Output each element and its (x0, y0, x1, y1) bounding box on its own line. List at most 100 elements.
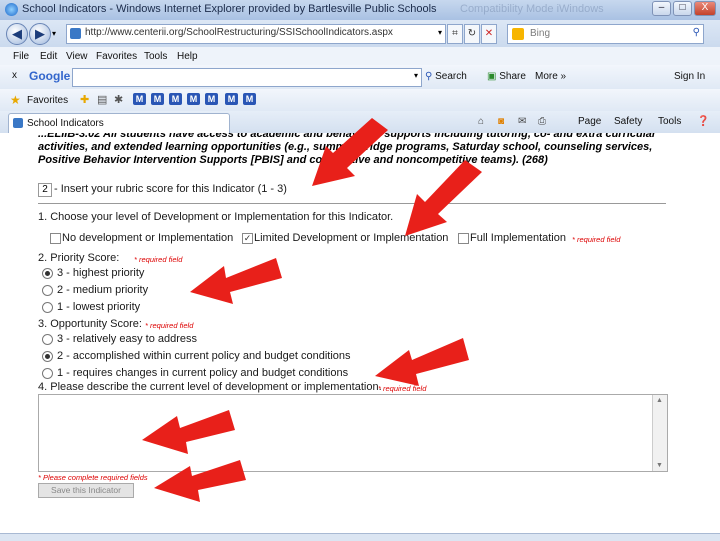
web-slice-icon[interactable]: ✱ (114, 93, 123, 106)
q1-option-full-label: Full Implementation (470, 232, 566, 244)
compat-view-button[interactable]: ⌗ (447, 24, 463, 44)
q2-radio-2[interactable] (42, 285, 53, 296)
q1-label: 1. Choose your level of Development or I… (38, 211, 394, 223)
q3-label: 3. Opportunity Score: (38, 318, 142, 330)
feeds-icon[interactable]: ◙ (498, 116, 504, 127)
q4-label: 4. Please describe the current level of … (38, 381, 382, 393)
print-icon[interactable]: ⎙ (538, 116, 546, 127)
address-dropdown-icon[interactable]: ▾ (438, 28, 442, 37)
window-title-faded: Compatibility Mode iWindows (460, 3, 604, 15)
back-button[interactable]: ◀ (6, 23, 28, 45)
stop-button[interactable]: ✕ (481, 24, 497, 44)
tab-favicon-icon (13, 118, 23, 128)
refresh-icon: ↻ (467, 28, 477, 39)
maximize-button[interactable]: □ (673, 1, 692, 16)
scroll-down-icon[interactable]: ▼ (656, 462, 663, 469)
google-dropdown-icon[interactable]: ▾ (414, 71, 418, 80)
menu-favorites[interactable]: Favorites (96, 51, 137, 62)
textarea-scrollbar[interactable]: ▲ ▼ (652, 395, 667, 471)
history-dropdown-icon[interactable]: ▾ (52, 29, 56, 38)
indicator-text: ...ELIIB-3.02 All students have access t… (38, 133, 657, 166)
fav-tile-2[interactable]: M (151, 93, 164, 105)
refresh-button[interactable]: ↻ (464, 24, 480, 44)
bing-logo-icon (512, 28, 524, 40)
address-url: http://www.centerii.org/SchoolRestructur… (85, 27, 393, 38)
q2-radio-1[interactable] (42, 302, 53, 313)
q3-radio-3[interactable] (42, 334, 53, 345)
google-signin-button[interactable]: Sign In (674, 71, 705, 82)
search-placeholder: Bing (530, 28, 551, 39)
title-bar: School Indicators - Windows Internet Exp… (0, 0, 720, 21)
section-divider (38, 203, 666, 204)
google-search-button[interactable]: ⚲ Search (425, 71, 467, 82)
q3-radio-2[interactable] (42, 351, 53, 362)
minimize-button[interactable]: – (652, 1, 671, 16)
help-icon[interactable]: ❓ (697, 116, 709, 127)
menu-file[interactable]: File (13, 51, 29, 62)
read-mail-icon[interactable]: ✉ (518, 116, 526, 127)
tab-school-indicators[interactable]: School Indicators (8, 113, 230, 133)
q1-required-note: * required field (572, 235, 621, 244)
q3-option-3-label: 3 - relatively easy to address (57, 333, 198, 345)
google-more-button[interactable]: More » (535, 71, 566, 82)
q4-description-textarea[interactable]: ▲ ▼ (38, 394, 668, 472)
q1-option-limited-label: Limited Development or Implementation (254, 232, 449, 244)
menu-view[interactable]: View (66, 51, 88, 62)
rubric-score-label: - Insert your rubric score for this Indi… (54, 183, 287, 195)
back-arrow-icon: ◀ (12, 26, 22, 41)
favorites-bar: ★ Favorites ✚ ▤ ✱ M M M M M M M (0, 89, 720, 111)
tab-bar: School Indicators ⌂ ◙ ✉ ⎙ Page Safety To… (0, 111, 720, 134)
fav-tile-7[interactable]: M (243, 93, 256, 105)
save-indicator-button[interactable]: Save this Indicator (38, 483, 134, 498)
share-icon: ▣ (487, 71, 500, 82)
fav-tile-5[interactable]: M (205, 93, 218, 105)
q1-option-none-checkbox[interactable] (50, 233, 61, 244)
q2-option-3-label: 3 - highest priority (57, 267, 145, 279)
fav-tile-4[interactable]: M (187, 93, 200, 105)
q1-option-full-checkbox[interactable] (458, 233, 469, 244)
q3-option-1-label: 1 - requires changes in current policy a… (57, 367, 349, 379)
google-logo: Google (29, 69, 71, 83)
menu-tools[interactable]: Tools (144, 51, 167, 62)
forward-button[interactable]: ▶ (29, 23, 51, 45)
q3-option-2-label: 2 - accomplished within current policy a… (57, 350, 351, 362)
q2-radio-3[interactable] (42, 268, 53, 279)
address-row: ◀ ▶ ▾ http://www.centerii.org/SchoolRest… (0, 20, 720, 47)
tools-menu-button[interactable]: Tools (658, 116, 681, 127)
q2-option-2-label: 2 - medium priority (57, 284, 149, 296)
fav-tile-1[interactable]: M (133, 93, 146, 105)
q1-option-limited-checkbox[interactable]: ✓ (242, 233, 253, 244)
stop-icon: ✕ (484, 28, 494, 39)
search-box[interactable]: Bing ⚲ (507, 24, 704, 44)
add-favorite-icon[interactable]: ✚ (80, 93, 89, 106)
page-content: ...ELIIB-3.02 All students have access t… (0, 133, 720, 540)
scroll-up-icon[interactable]: ▲ (656, 397, 663, 404)
menu-help[interactable]: Help (177, 51, 198, 62)
complete-required-note: * Please complete required fields (38, 473, 148, 482)
close-button[interactable]: X (694, 1, 716, 16)
favorites-star-icon[interactable]: ★ (10, 93, 21, 107)
google-share-button[interactable]: ▣ Share (487, 71, 526, 82)
safety-menu-button[interactable]: Safety (614, 116, 642, 127)
search-magnifier-icon[interactable]: ⚲ (693, 27, 700, 38)
home-icon[interactable]: ⌂ (478, 116, 484, 127)
menu-edit[interactable]: Edit (40, 51, 57, 62)
window-title: School Indicators - Windows Internet Exp… (22, 3, 437, 15)
q3-required-note: * required field (145, 321, 194, 330)
google-toolbar-close[interactable]: x (12, 70, 17, 81)
rubric-score-field[interactable]: 2 (38, 183, 52, 197)
ie-logo-icon (5, 3, 18, 16)
fav-tile-3[interactable]: M (169, 93, 182, 105)
q3-radio-1[interactable] (42, 368, 53, 379)
address-bar[interactable]: http://www.centerii.org/SchoolRestructur… (66, 24, 446, 44)
forward-arrow-icon: ▶ (35, 26, 45, 41)
tab-title: School Indicators (27, 118, 104, 129)
google-toolbar: x Google ▾ ⚲ Search ▣ Share More » Sign … (0, 65, 720, 90)
favorites-button[interactable]: Favorites (27, 95, 68, 106)
page-menu-button[interactable]: Page (578, 116, 601, 127)
google-search-input[interactable]: ▾ (72, 68, 422, 87)
compat-icon: ⌗ (452, 28, 458, 39)
q2-option-1-label: 1 - lowest priority (57, 301, 141, 313)
fav-tile-6[interactable]: M (225, 93, 238, 105)
bookmark-icon[interactable]: ▤ (97, 93, 107, 106)
